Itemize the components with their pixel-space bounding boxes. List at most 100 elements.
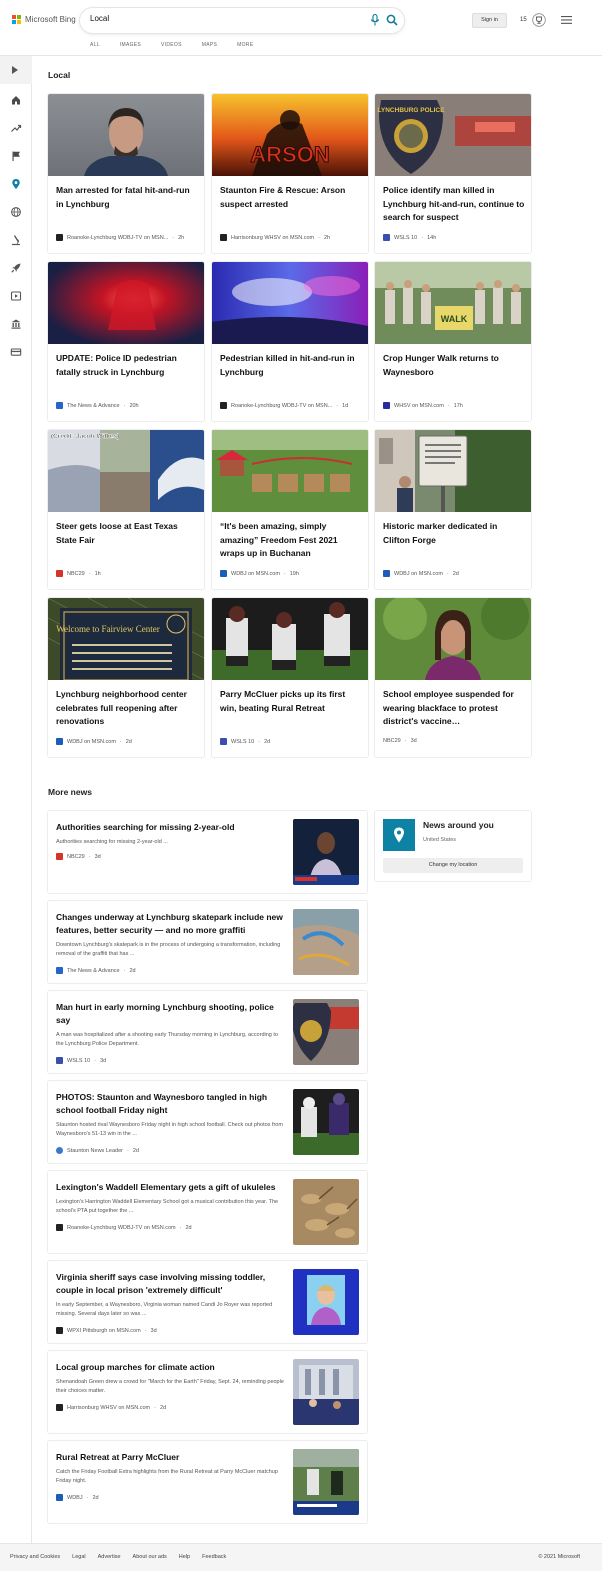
news-thumbnail [293, 909, 359, 975]
footer-link-about-ads[interactable]: About our ads [133, 1554, 167, 1560]
news-card[interactable]: LYNCHBURG POLICE Police identify man kil… [375, 94, 531, 253]
footer-link-legal[interactable]: Legal [72, 1554, 85, 1560]
news-card[interactable]: WALK Crop Hunger Walk returns to Waynesb… [375, 262, 531, 421]
footer: Privacy and Cookies Legal Advertise Abou… [0, 1543, 602, 1571]
local-location-icon[interactable] [10, 178, 22, 190]
news-card[interactable]: School employee suspended for wearing bl… [375, 598, 531, 757]
news-list-item[interactable]: Rural Retreat at Parry McCluer Catch the… [48, 1441, 367, 1523]
microphone-icon[interactable] [370, 14, 380, 26]
card-source: WDBJ on MSN.com · 2d [383, 570, 459, 577]
sidebar-expand-button[interactable] [0, 56, 32, 84]
news-card[interactable]: ARSON Staunton Fire & Rescue: Arson susp… [212, 94, 368, 253]
source-logo-icon [56, 1494, 63, 1501]
news-title[interactable]: Changes underway at Lynchburg skatepark … [56, 911, 284, 937]
news-card[interactable]: UPDATE: Police ID pedestrian fatally str… [48, 262, 204, 421]
card-title[interactable]: Crop Hunger Walk returns to Waynesboro [383, 352, 525, 379]
source-logo-icon [56, 967, 63, 974]
tab-all[interactable]: ALL [90, 42, 100, 48]
card-title[interactable]: Historic marker dedicated in Clifton For… [383, 520, 525, 547]
card-title[interactable]: Staunton Fire & Rescue: Arson suspect ar… [220, 184, 362, 211]
news-card[interactable]: Pedestrian killed in hit-and-run in Lync… [212, 262, 368, 421]
svg-text:WALK: WALK [441, 314, 468, 324]
svg-text:Welcome to Fairview Center: Welcome to Fairview Center [56, 624, 160, 634]
rewards-points[interactable]: 15 [520, 17, 527, 23]
card-title[interactable]: Steer gets loose at East Texas State Fai… [56, 520, 198, 547]
card-title[interactable]: Man arrested for fatal hit-and-run in Ly… [56, 184, 198, 211]
tab-videos[interactable]: VIDEOS [161, 42, 182, 48]
news-snippet: A man was hospitalized after a shooting … [56, 1032, 278, 1047]
card-source: NBC29 · 3d [383, 738, 417, 744]
news-card[interactable]: “It's been amazing, simply amazing” Free… [212, 430, 368, 589]
news-title[interactable]: PHOTOS: Staunton and Waynesboro tangled … [56, 1091, 284, 1117]
news-list-item[interactable]: Changes underway at Lynchburg skatepark … [48, 901, 367, 983]
news-card[interactable]: Historic marker dedicated in Clifton For… [375, 430, 531, 589]
science-icon[interactable] [10, 234, 22, 246]
news-title[interactable]: Virginia sheriff says case involving mis… [56, 1271, 284, 1297]
bing-logo[interactable]: Microsoft Bing [12, 15, 76, 24]
copyright: © 2021 Microsoft [538, 1554, 580, 1560]
card-title[interactable]: Lynchburg neighborhood center celebrates… [56, 688, 198, 729]
rewards-trophy-icon[interactable] [532, 13, 546, 27]
news-source: Harrisonburg WHSV on MSN.com · 2d [56, 1404, 166, 1411]
news-title[interactable]: Authorities searching for missing 2-year… [56, 821, 284, 834]
card-image: WALK [375, 262, 531, 344]
change-location-button[interactable]: Change my location [383, 858, 523, 873]
source-logo-icon [56, 853, 63, 860]
flag-icon[interactable] [10, 150, 22, 162]
news-list-item[interactable]: Authorities searching for missing 2-year… [48, 811, 367, 893]
source-logo-icon [220, 738, 227, 745]
news-title[interactable]: Local group marches for climate action [56, 1361, 284, 1374]
search-box[interactable] [80, 8, 404, 33]
money-icon[interactable] [10, 346, 22, 358]
card-title[interactable]: Police identify man killed in Lynchburg … [383, 184, 525, 225]
news-title[interactable]: Man hurt in early morning Lynchburg shoo… [56, 1001, 284, 1027]
footer-link-privacy[interactable]: Privacy and Cookies [10, 1554, 60, 1560]
search-input[interactable] [90, 14, 350, 23]
footer-link-advertise[interactable]: Advertise [98, 1554, 121, 1560]
tab-images[interactable]: IMAGES [120, 42, 141, 48]
card-title[interactable]: UPDATE: Police ID pedestrian fatally str… [56, 352, 198, 379]
trending-icon[interactable] [10, 122, 22, 134]
news-card[interactable]: Parry McCluer picks up its first win, be… [212, 598, 368, 757]
news-list-item[interactable]: Lexington's Waddell Elementary gets a gi… [48, 1171, 367, 1253]
card-title[interactable]: Parry McCluer picks up its first win, be… [220, 688, 362, 715]
tab-more[interactable]: MORE [237, 42, 253, 48]
news-thumbnail [293, 1449, 359, 1515]
news-card[interactable]: (Credit: Jacob Wilkes) Steer gets loose … [48, 430, 204, 589]
source-logo-icon [56, 402, 63, 409]
news-title[interactable]: Lexington's Waddell Elementary gets a gi… [56, 1181, 284, 1194]
sign-in-button[interactable]: Sign in [472, 13, 507, 28]
news-around-you-title: News around you [423, 820, 494, 830]
news-list-item[interactable]: Man hurt in early morning Lynchburg shoo… [48, 991, 367, 1073]
rocket-icon[interactable] [10, 262, 22, 274]
source-logo-icon [383, 234, 390, 241]
card-title[interactable]: School employee suspended for wearing bl… [383, 688, 525, 729]
hamburger-menu-icon[interactable] [561, 16, 572, 24]
news-card[interactable]: Man arrested for fatal hit-and-run in Ly… [48, 94, 204, 253]
source-logo-icon [56, 738, 63, 745]
location-pin-tile [383, 819, 415, 851]
news-title[interactable]: Rural Retreat at Parry McCluer [56, 1451, 284, 1464]
footer-link-feedback[interactable]: Feedback [202, 1554, 226, 1560]
globe-icon[interactable] [10, 206, 22, 218]
footer-link-help[interactable]: Help [179, 1554, 190, 1560]
news-snippet: Staunton hosted rival Waynesboro Friday … [56, 1122, 283, 1137]
news-snippet: Catch the Friday Football Extra highligh… [56, 1469, 278, 1484]
institution-icon[interactable] [10, 318, 22, 330]
current-location: United States [423, 837, 457, 843]
card-title[interactable]: “It's been amazing, simply amazing” Free… [220, 520, 362, 561]
card-source: Roanoke-Lynchburg WDBJ-TV on MSN... · 2h [56, 234, 184, 241]
news-list-item[interactable]: Virginia sheriff says case involving mis… [48, 1261, 367, 1343]
news-thumbnail [293, 1269, 359, 1335]
news-list-item[interactable]: PHOTOS: Staunton and Waynesboro tangled … [48, 1081, 367, 1163]
video-icon[interactable] [10, 290, 22, 302]
tab-maps[interactable]: MAPS [202, 42, 217, 48]
source-logo-icon [220, 234, 227, 241]
card-image: ARSON [212, 94, 368, 176]
news-list-item[interactable]: Local group marches for climate action S… [48, 1351, 367, 1433]
search-icon[interactable] [386, 14, 398, 26]
home-icon[interactable] [10, 94, 22, 106]
card-title[interactable]: Pedestrian killed in hit-and-run in Lync… [220, 352, 362, 379]
news-card[interactable]: Welcome to Fairview Center Lynchburg nei… [48, 598, 204, 757]
location-pin-icon [394, 827, 404, 843]
